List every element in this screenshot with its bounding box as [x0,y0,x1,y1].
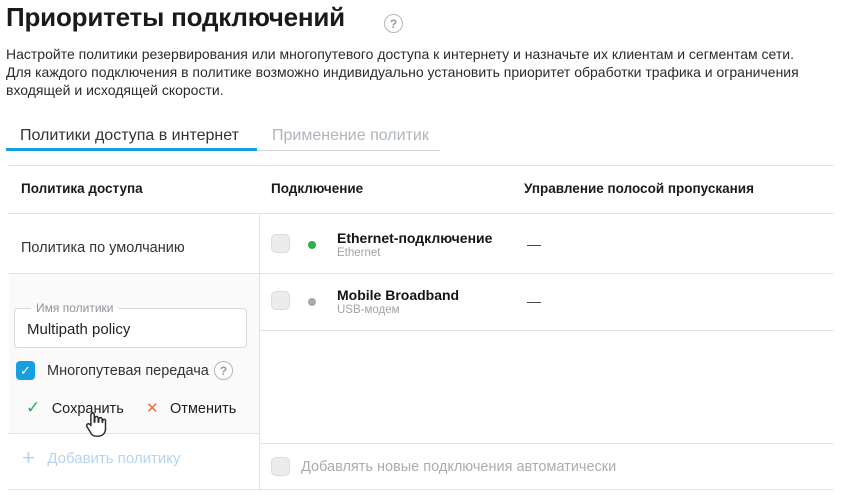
multipath-label: Многопутевая передача [47,363,209,379]
save-check-icon: ✓ [26,398,40,417]
policy-name-field: Имя политики [14,308,247,348]
active-tab-indicator [6,148,257,151]
connection-checkbox[interactable] [271,291,290,310]
bandwidth-value: — [527,293,541,309]
status-dot-icon [308,241,316,249]
policy-name-input[interactable] [25,310,239,348]
cancel-button[interactable]: ✕ Отменить [146,399,236,418]
cancel-x-icon: ✕ [146,400,159,417]
description-line: входящей и исходящей скорости. [6,81,844,99]
column-header-policy: Политика доступа [21,181,143,196]
table-bottom-border [8,489,834,490]
auto-add-label: Добавлять новые подключения автоматическ… [301,459,616,475]
add-policy-button[interactable]: + Добавить политику [22,448,181,470]
cursor-icon [83,412,110,439]
cancel-button-label: Отменить [170,401,236,417]
table-top-border [8,165,834,166]
status-dot-icon [308,298,316,306]
plus-icon: + [22,445,35,470]
add-policy-label: Добавить политику [47,450,180,467]
page-title: Приоритеты подключений [6,2,345,33]
connection-priorities-page: Приоритеты подключений ? Настройте полит… [0,0,846,496]
tab-access-policies[interactable]: Политики доступа в интернет [20,127,239,145]
row-divider [8,433,259,434]
row-divider [259,330,834,331]
connection-name: Ethernet-подключение [337,230,492,246]
auto-add-checkbox[interactable] [271,457,290,476]
multipath-checkbox[interactable]: ✓ [16,361,35,380]
page-help-icon[interactable]: ? [384,14,403,33]
connection-name: Mobile Broadband [337,287,459,303]
header-bottom-border [8,213,834,214]
bandwidth-value: — [527,236,541,252]
column-header-connection: Подключение [271,181,363,196]
column-divider [259,213,260,489]
page-description: Настройте политики резервирования или мн… [6,45,844,99]
checkbox-check-icon: ✓ [20,363,31,378]
multipath-help-icon[interactable]: ? [214,361,233,380]
description-line: Настройте политики резервирования или мн… [6,45,844,63]
connection-type: Ethernet [337,247,380,259]
tab-policy-assignment[interactable]: Применение политик [272,127,429,145]
description-line: Для каждого подключения в политике возмо… [6,63,844,81]
connection-checkbox[interactable] [271,234,290,253]
default-policy-label: Политика по умолчанию [21,240,185,256]
tab-bar-baseline [257,150,440,151]
column-header-bandwidth: Управление полосой пропускания [524,181,754,196]
row-divider [259,443,834,444]
connection-type: USB-модем [337,304,400,316]
policy-name-label: Имя политики [31,301,118,315]
